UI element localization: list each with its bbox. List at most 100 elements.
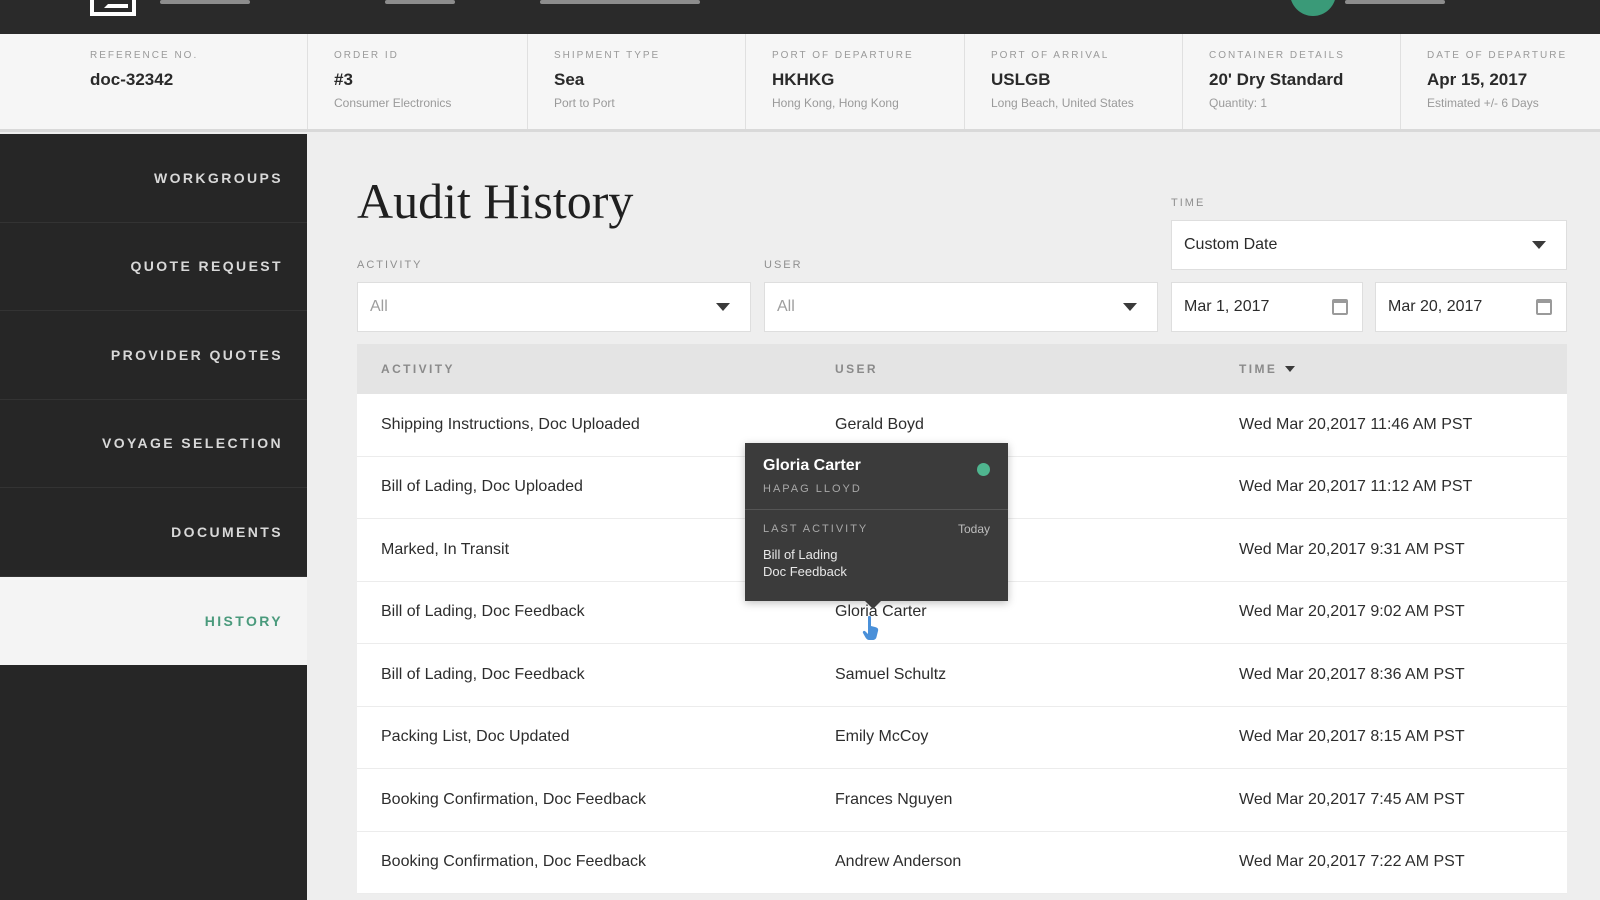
info-label: DATE OF DEPARTURE [1427, 50, 1568, 61]
info-value: HKHKG [772, 70, 835, 89]
hover-card-last-activity-label: LAST ACTIVITY [763, 523, 869, 535]
info-port-of-departure: PORT OF DEPARTURE HKHKG Hong Kong, Hong … [745, 34, 964, 129]
sidebar-item-documents[interactable]: DOCUMENTS [0, 488, 307, 577]
sidebar-item-workgroups[interactable]: WORKGROUPS [0, 134, 307, 223]
app-logo-icon[interactable] [90, 0, 136, 16]
cell-activity: Bill of Lading, Doc Feedback [381, 603, 585, 621]
chevron-down-icon [1532, 241, 1546, 249]
cell-time: Wed Mar 20,2017 9:02 AM PST [1239, 603, 1465, 621]
info-label: PORT OF ARRIVAL [991, 50, 1110, 61]
calendar-icon[interactable] [1536, 299, 1552, 315]
column-header-activity[interactable]: ACTIVITY [357, 362, 835, 376]
user-filter-select[interactable]: All [764, 282, 1158, 332]
nav-item-partial[interactable] [160, 0, 250, 4]
info-value: Sea [554, 70, 585, 89]
info-label: ORDER ID [334, 50, 399, 61]
shipment-info-bar: REFERENCE NO. doc-32342 ORDER ID #3 Cons… [0, 34, 1600, 132]
sidebar-item-provider-quotes[interactable]: PROVIDER QUOTES [0, 311, 307, 400]
hover-card-name: Gloria Carter [763, 457, 861, 474]
nav-item-partial[interactable] [540, 0, 700, 4]
info-label: CONTAINER DETAILS [1209, 50, 1345, 61]
info-value: Apr 15, 2017 [1427, 70, 1528, 89]
calendar-icon[interactable] [1332, 299, 1348, 315]
cell-user[interactable]: Gerald Boyd [835, 416, 1239, 434]
cell-user[interactable]: Gloria Carter [835, 603, 1239, 621]
cell-activity: Shipping Instructions, Doc Uploaded [381, 415, 640, 433]
cell-activity: Packing List, Doc Updated [381, 728, 570, 746]
cell-time: Wed Mar 20,2017 11:12 AM PST [1239, 478, 1473, 496]
cell-activity: Bill of Lading, Doc Feedback [381, 665, 585, 683]
info-container-details: CONTAINER DETAILS 20' Dry Standard Quant… [1182, 34, 1400, 129]
hover-card-last-activity-text: Bill of Lading Doc Feedback [763, 547, 847, 579]
cell-activity: Booking Confirmation, Doc Feedback [381, 790, 647, 808]
info-sub: Consumer Electronics [334, 96, 452, 110]
activity-filter-label: ACTIVITY [357, 259, 423, 271]
column-header-time[interactable]: TIME [1239, 362, 1567, 376]
audit-table: ACTIVITY USER TIME Shipping Instructions… [357, 344, 1567, 894]
time-filter-label: TIME [1171, 197, 1206, 209]
info-label: PORT OF DEPARTURE [772, 50, 914, 61]
pointer-hand-icon [862, 615, 879, 640]
cell-user[interactable]: Andrew Anderson [835, 853, 1239, 871]
column-header-user[interactable]: USER [835, 362, 1239, 376]
user-name-partial[interactable] [1345, 0, 1445, 4]
date-to-input[interactable]: Mar 20, 2017 [1375, 282, 1567, 332]
info-reference-no: REFERENCE NO. doc-32342 [64, 34, 307, 129]
hover-card-divider [745, 509, 1008, 510]
table-row[interactable]: Booking Confirmation, Doc Feedback Franc… [357, 769, 1567, 832]
cell-time: Wed Mar 20,2017 9:31 AM PST [1239, 540, 1465, 558]
user-filter-value: All [777, 298, 795, 315]
info-value: 20' Dry Standard [1209, 70, 1344, 89]
date-from-input[interactable]: Mar 1, 2017 [1171, 282, 1363, 332]
info-sub: Quantity: 1 [1209, 96, 1268, 110]
cell-user[interactable]: Frances Nguyen [835, 791, 1239, 809]
chevron-down-icon [1123, 303, 1137, 311]
info-sub: Long Beach, United States [991, 96, 1134, 110]
sidebar-item-history[interactable]: HISTORY [0, 576, 307, 665]
info-port-of-arrival: PORT OF ARRIVAL USLGB Long Beach, United… [964, 34, 1182, 129]
chevron-down-icon [716, 303, 730, 311]
time-filter-value: Custom Date [1184, 236, 1278, 253]
user-avatar[interactable] [1290, 0, 1336, 16]
info-order-id: ORDER ID #3 Consumer Electronics [307, 34, 527, 129]
info-sub: Port to Port [554, 96, 615, 110]
cell-time: Wed Mar 20,2017 7:22 AM PST [1239, 853, 1465, 871]
info-value: doc-32342 [90, 70, 174, 89]
hover-card-last-activity-when: Today [957, 522, 990, 536]
hover-card-company: HAPAG LLOYD [763, 483, 862, 495]
info-shipment-type: SHIPMENT TYPE Sea Port to Port [527, 34, 745, 129]
page-title: Audit History [357, 173, 634, 229]
nav-item-partial[interactable] [385, 0, 455, 4]
online-status-icon [977, 463, 990, 476]
info-value: #3 [334, 70, 353, 89]
time-filter-select[interactable]: Custom Date [1171, 220, 1567, 270]
table-row[interactable]: Bill of Lading, Doc Feedback Samuel Schu… [357, 644, 1567, 707]
cell-activity: Booking Confirmation, Doc Feedback [381, 853, 647, 871]
date-to-value: Mar 20, 2017 [1388, 298, 1483, 315]
hover-card-last-activity-row: LAST ACTIVITY Today [763, 522, 990, 536]
date-from-value: Mar 1, 2017 [1184, 298, 1270, 315]
table-row[interactable]: Booking Confirmation, Doc Feedback Andre… [357, 831, 1567, 894]
info-label: SHIPMENT TYPE [554, 50, 661, 61]
sort-desc-icon[interactable] [1285, 366, 1296, 372]
cell-time: Wed Mar 20,2017 11:46 AM PST [1239, 415, 1473, 433]
top-navigation-bar [0, 0, 1600, 34]
info-value: USLGB [991, 70, 1051, 89]
info-label: REFERENCE NO. [90, 50, 199, 61]
table-header: ACTIVITY USER TIME [357, 344, 1567, 394]
cell-time: Wed Mar 20,2017 8:36 AM PST [1239, 665, 1465, 683]
sidebar: WORKGROUPS QUOTE REQUEST PROVIDER QUOTES… [0, 134, 307, 900]
sidebar-item-voyage-selection[interactable]: VOYAGE SELECTION [0, 400, 307, 488]
info-sub: Estimated +/- 6 Days [1427, 96, 1539, 110]
sidebar-item-quote-request[interactable]: QUOTE REQUEST [0, 223, 307, 311]
cell-time: Wed Mar 20,2017 7:45 AM PST [1239, 790, 1465, 808]
cell-user[interactable]: Samuel Schultz [835, 666, 1239, 684]
info-sub: Hong Kong, Hong Kong [772, 96, 899, 110]
user-hover-card: Gloria Carter HAPAG LLOYD LAST ACTIVITY … [745, 443, 1008, 609]
cell-user[interactable]: Emily McCoy [835, 728, 1239, 746]
user-filter-label: USER [764, 259, 803, 271]
table-row[interactable]: Packing List, Doc Updated Emily McCoy We… [357, 706, 1567, 769]
activity-filter-select[interactable]: All [357, 282, 751, 332]
activity-filter-value: All [370, 298, 388, 315]
column-header-time-label: TIME [1239, 362, 1278, 376]
